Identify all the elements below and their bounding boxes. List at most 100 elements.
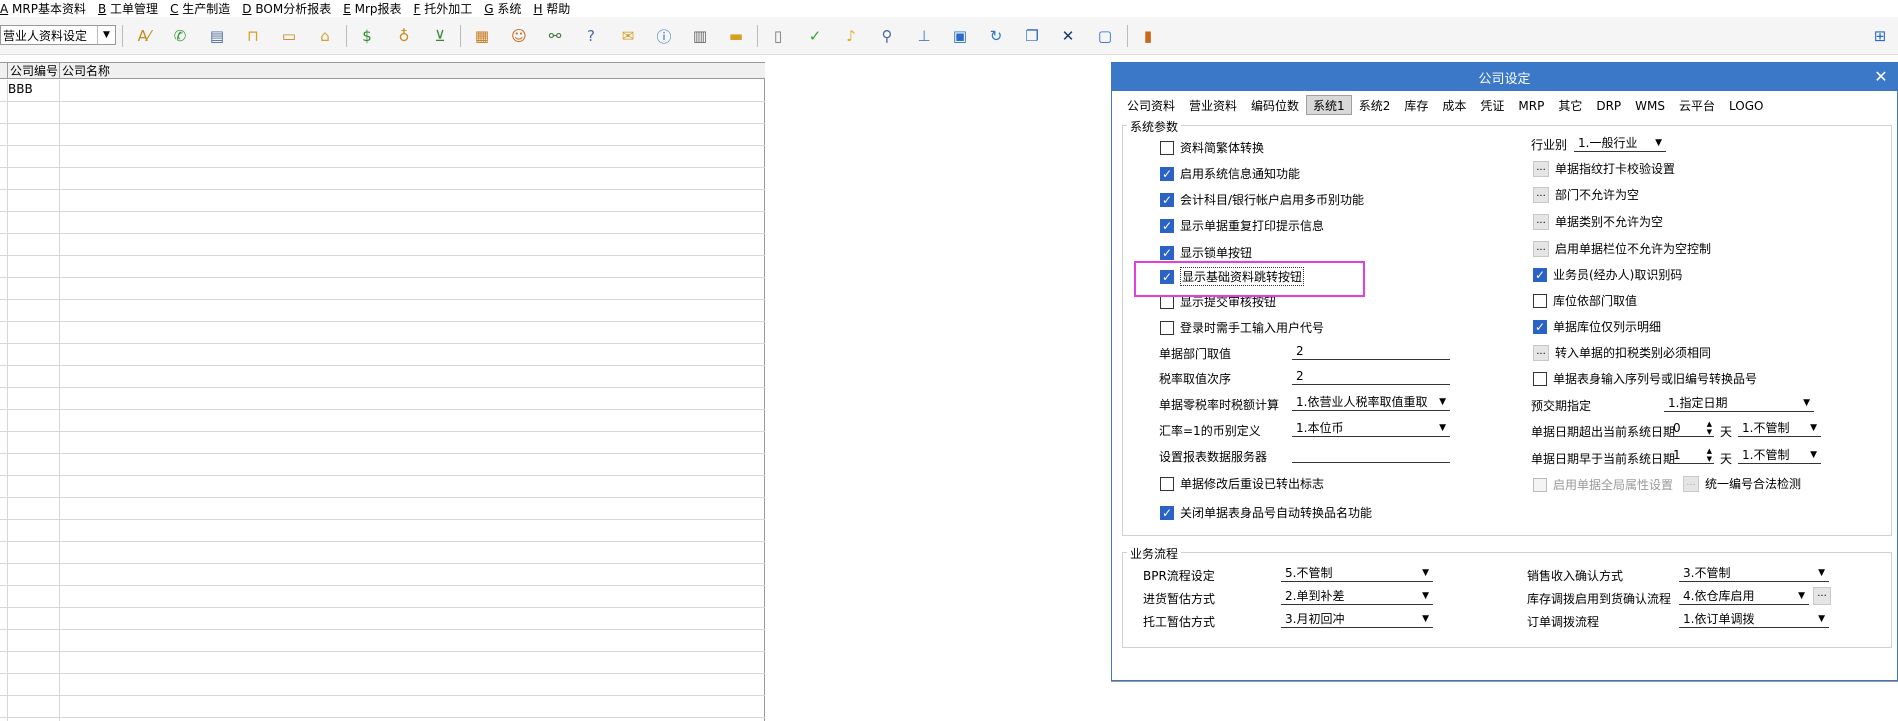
spell-check-icon[interactable]: A⁄ <box>132 24 156 48</box>
calculator-icon[interactable]: ▥ <box>688 24 712 48</box>
home-icon[interactable]: ⌂ <box>313 24 337 48</box>
tax-order-field[interactable]: 2 <box>1292 368 1450 385</box>
menu-item-work-order[interactable]: B 工单管理 <box>98 0 158 17</box>
check-icon: ✓ <box>1160 505 1174 520</box>
lock-icon[interactable]: ⊓ <box>241 24 265 48</box>
menu-item-mrp-basic[interactable]: A MRP基本资料 <box>0 0 86 17</box>
cart-icon[interactable]: ⊻ <box>428 24 452 48</box>
money-bag-icon[interactable]: ♁ <box>392 24 416 48</box>
checkbox-global-attr[interactable]: 启用单据全局属性设置 <box>1533 476 1673 493</box>
menu-item-bom-report[interactable]: D BOM分析报表 <box>242 0 331 17</box>
dept-not-empty-button[interactable]: ... 部门不允许为空 <box>1533 186 1639 203</box>
unified-check-button[interactable]: ... 统一编号合法检测 <box>1683 475 1801 492</box>
search-icon[interactable]: ⚲ <box>875 24 899 48</box>
date-over-spinner[interactable]: 0 ▲ ▼ <box>1670 420 1714 437</box>
menu-item-help[interactable]: H 帮助 <box>533 0 570 17</box>
tab-drp[interactable]: DRP <box>1589 95 1628 115</box>
briefcase-icon[interactable]: ▭ <box>277 24 301 48</box>
checkbox-serial-convert[interactable]: 单据表身输入序列号或旧编号转换品号 <box>1533 370 1757 387</box>
outsource-estimate-dropdown[interactable]: 3.月初回冲 ▼ <box>1281 611 1433 628</box>
currency-def-dropdown[interactable]: 1.本位币 ▼ <box>1292 420 1450 437</box>
tab-code-digits[interactable]: 编码位数 <box>1244 95 1306 115</box>
dollar-icon[interactable]: $ <box>355 24 379 48</box>
close-window-icon[interactable]: ✕ <box>1056 24 1080 48</box>
checkbox-system-notification[interactable]: ✓ 启用系统信息通知功能 <box>1160 165 1300 182</box>
checkbox-multi-currency[interactable]: ✓ 会计科目/银行帐户启用多币别功能 <box>1160 191 1364 208</box>
checkbox-lock-button[interactable]: ✓ 显示锁单按钮 <box>1160 244 1252 261</box>
column-header-company-name[interactable]: 公司名称 <box>60 63 764 79</box>
tab-system2[interactable]: 系统2 <box>1352 95 1398 115</box>
tab-inventory[interactable]: 库存 <box>1397 95 1435 115</box>
menu-item-system[interactable]: G 系统 <box>484 0 521 17</box>
tab-cost[interactable]: 成本 <box>1435 95 1473 115</box>
dept-value-field[interactable]: 2 <box>1292 343 1450 360</box>
phone-icon[interactable]: ✆ <box>168 24 192 48</box>
doc-type-not-empty-button[interactable]: ... 单据类别不允许为空 <box>1533 213 1663 230</box>
checkbox-salesperson-code[interactable]: ✓ 业务员(经办人)取识别码 <box>1533 266 1682 283</box>
transfer-confirm-dropdown[interactable]: 4.依仓库启用 ▼ <box>1679 588 1809 605</box>
tab-wms[interactable]: WMS <box>1628 95 1672 115</box>
check-icon: ✓ <box>1160 245 1174 260</box>
document-icon[interactable]: ▯ <box>766 24 790 48</box>
menu-item-outsourcing[interactable]: F 托外加工 <box>414 0 473 17</box>
column-header-company-code[interactable]: 公司编号 <box>8 63 60 79</box>
zero-tax-calc-dropdown[interactable]: 1.依营业人税率取值重取 ▼ <box>1292 394 1450 411</box>
date-early-spinner[interactable]: 1 ▲ ▼ <box>1670 447 1714 464</box>
order-transfer-dropdown[interactable]: 1.依订单调拨 ▼ <box>1679 611 1829 628</box>
tab-system1[interactable]: 系统1 <box>1306 95 1352 115</box>
mail-icon[interactable]: ✉ <box>616 24 640 48</box>
checkbox-location-detail[interactable]: ✓ 单据库位仅列示明细 <box>1533 318 1661 335</box>
exit-door-icon[interactable]: ▮ <box>1136 24 1160 48</box>
bpr-flow-dropdown[interactable]: 5.不管制 ▼ <box>1281 565 1433 582</box>
info-icon[interactable]: ⓘ <box>652 24 676 48</box>
tab-other[interactable]: 其它 <box>1551 95 1589 115</box>
tab-mrp[interactable]: MRP <box>1511 95 1551 115</box>
industry-dropdown[interactable]: 1.一般行业 ▼ <box>1574 135 1666 152</box>
purchase-estimate-dropdown[interactable]: 2.单到补差 ▼ <box>1281 588 1433 605</box>
link-icon[interactable]: ⚯ <box>543 24 567 48</box>
tab-business-info[interactable]: 营业资料 <box>1182 95 1244 115</box>
tab-cloud[interactable]: 云平台 <box>1672 95 1722 115</box>
help-doc-icon[interactable]: ? <box>579 24 603 48</box>
org-chart-icon[interactable]: ⊥ <box>912 24 936 48</box>
checkbox-manual-user-code[interactable]: 登录时需手工输入用户代号 <box>1160 319 1324 336</box>
monitor-icon[interactable]: ▣ <box>948 24 972 48</box>
tab-voucher[interactable]: 凭证 <box>1473 95 1511 115</box>
computer-icon[interactable]: ▤ <box>205 24 229 48</box>
windows-icon[interactable]: ❐ <box>1020 24 1044 48</box>
dialog-bottom-area <box>1111 681 1898 721</box>
revenue-confirm-dropdown[interactable]: 3.不管制 ▼ <box>1679 565 1829 582</box>
refresh-icon[interactable]: ↻ <box>984 24 1008 48</box>
menu-item-mrp-report[interactable]: E Mrp报表 <box>343 0 401 17</box>
tab-company-info[interactable]: 公司资料 <box>1120 95 1182 115</box>
pre-delivery-dropdown[interactable]: 1.指定日期 ▼ <box>1664 395 1814 412</box>
date-over-dropdown[interactable]: 1.不管制 ▼ <box>1738 420 1821 437</box>
clipboard-icon[interactable]: ▦ <box>470 24 494 48</box>
users-icon[interactable]: ☺ <box>507 24 531 48</box>
date-early-dropdown[interactable]: 1.不管制 ▼ <box>1738 447 1821 464</box>
checkbox-auto-convert-name[interactable]: ✓ 关闭单据表身品号自动转换品名功能 <box>1160 504 1372 521</box>
layout-icon[interactable]: ⊞ <box>1868 24 1892 48</box>
table-cell-company-code[interactable]: BBB <box>8 82 33 96</box>
fingerprint-setting-button[interactable]: ... 单据指纹打卡校验设置 <box>1533 160 1675 177</box>
tab-logo[interactable]: LOGO <box>1722 95 1770 115</box>
report-server-field[interactable] <box>1292 446 1450 463</box>
checkbox-box <box>1533 477 1547 492</box>
row-indicator-header <box>0 63 8 79</box>
tax-type-same-button[interactable]: ... 转入单据的扣税类别必须相同 <box>1533 344 1711 361</box>
checkbox-location-by-dept[interactable]: 库位依部门取值 <box>1533 292 1637 309</box>
checkbox-traditional-simplified[interactable]: 资料简繁体转换 <box>1160 139 1264 156</box>
checkbox-box <box>1533 293 1547 308</box>
close-icon[interactable]: ✕ <box>1871 67 1891 87</box>
window-icon[interactable]: ▢ <box>1093 24 1117 48</box>
field-label: 单据零税率时税额计算 <box>1159 398 1280 412</box>
check-circle-icon[interactable]: ✓ <box>803 24 827 48</box>
field-not-empty-button[interactable]: ... 启用单据栏位不允许为空控制 <box>1533 240 1711 257</box>
transfer-setting-button[interactable]: ... <box>1813 587 1831 605</box>
folder-icon[interactable]: ▬ <box>724 24 748 48</box>
company-select[interactable]: 营业人资料设定 ▼ <box>0 25 116 45</box>
checkbox-reset-transfer-flag[interactable]: 单据修改后重设已转出标志 <box>1160 475 1324 492</box>
checkbox-reprint-prompt[interactable]: ✓ 显示单据重复打印提示信息 <box>1160 217 1324 234</box>
menu-item-production[interactable]: C 生产制造 <box>170 0 230 17</box>
bell-icon[interactable]: ♪ <box>839 24 863 48</box>
